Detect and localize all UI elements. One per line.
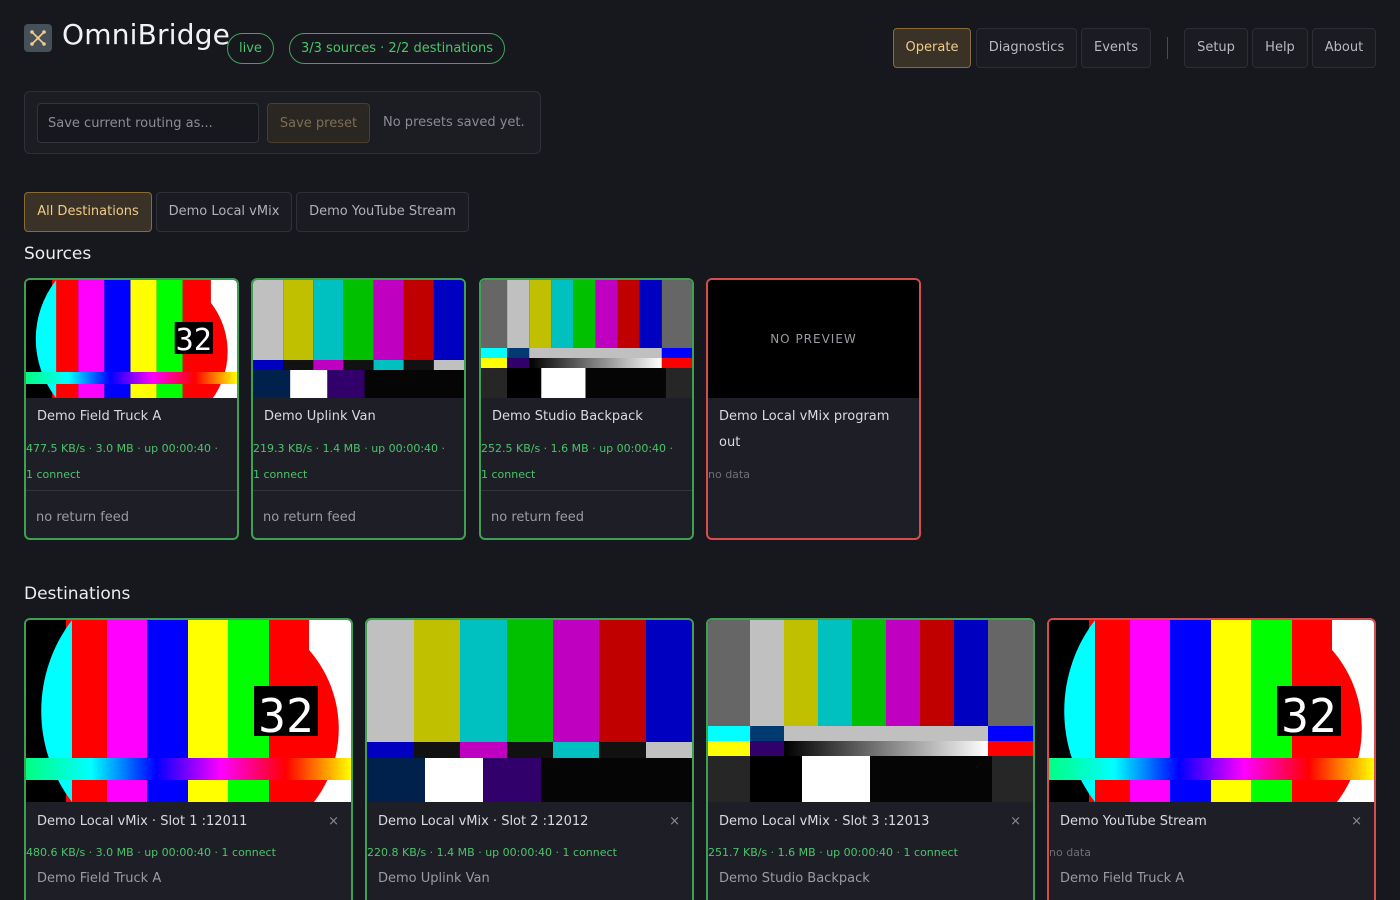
nav-about-button[interactable]: About [1312,28,1376,68]
nav-divider [1167,37,1168,59]
omnibridge-logo-icon [24,24,52,52]
return-feed-status: no return feed [491,510,585,525]
destination-stats: 220.8 KB/s · 1.4 MB · up 00:00:40 · 1 co… [367,846,617,859]
destinations-heading: Destinations [24,584,131,604]
source-name: Demo Local vMix program out [719,409,890,450]
source-stats: 477.5 KB/s · 3.0 MB · up 00:00:40 · 1 co… [26,442,219,481]
tab-all-destinations[interactable]: All Destinations [24,192,152,232]
close-icon[interactable]: × [669,814,680,829]
card-divider [253,490,464,491]
preset-panel: Save preset No presets saved yet. [24,91,541,154]
destination-card-error[interactable]: 32 Demo YouTube Stream × no data Demo Fi… [1047,618,1376,900]
destination-stats: no data [1049,846,1091,859]
return-feed-status: no return feed [263,510,357,525]
card-divider [481,490,692,491]
preset-name-input[interactable] [37,103,259,143]
svg-text:32: 32 [1281,689,1336,743]
source-card[interactable]: Demo Uplink Van 219.3 KB/s · 1.4 MB · up… [251,278,466,540]
return-feed-status: no return feed [36,510,130,525]
nav-help-button[interactable]: Help [1252,28,1308,68]
source-stats: 252.5 KB/s · 1.6 MB · up 00:00:40 · 1 co… [481,442,674,481]
destination-preview-thumbnail [708,620,1033,802]
no-preview-label: NO PREVIEW [770,332,857,346]
destination-name: Demo Local vMix · Slot 3 :12013 [719,814,930,829]
destination-name: Demo Local vMix · Slot 2 :12012 [378,814,589,829]
destination-card[interactable]: 32 Demo Local vMix · Slot 1 :12011 × 480… [24,618,353,900]
source-stats: 219.3 KB/s · 1.4 MB · up 00:00:40 · 1 co… [253,442,446,481]
destination-name: Demo Local vMix · Slot 1 :12011 [37,814,248,829]
source-stats: no data [708,468,750,481]
destination-preview-thumbnail: 32 [26,620,351,802]
destination-route-source[interactable]: Demo Field Truck A [1060,871,1184,886]
nav-diagnostics-button[interactable]: Diagnostics [976,28,1077,68]
nav-events-button[interactable]: Events [1081,28,1151,68]
close-icon[interactable]: × [1351,814,1362,829]
tab-demo-youtube-stream[interactable]: Demo YouTube Stream [296,192,469,232]
nav-operate-button[interactable]: Operate [893,28,971,68]
close-icon[interactable]: × [328,814,339,829]
source-card[interactable]: Demo Studio Backpack 252.5 KB/s · 1.6 MB… [479,278,694,540]
source-preview-thumbnail: NO PREVIEW [708,280,919,398]
source-preview-thumbnail [481,280,692,398]
nav-setup-button[interactable]: Setup [1184,28,1248,68]
source-card-error[interactable]: NO PREVIEW Demo Local vMix program out n… [706,278,921,540]
close-icon[interactable]: × [1010,814,1021,829]
svg-text:32: 32 [176,323,212,358]
destination-preview-thumbnail: 32 [1049,620,1374,802]
tab-demo-local-vmix[interactable]: Demo Local vMix [156,192,292,232]
source-name: Demo Studio Backpack [492,409,643,424]
source-card[interactable]: 32 Demo Field Truck A 477.5 KB/s · 3.0 M… [24,278,239,540]
destination-route-source[interactable]: Demo Field Truck A [37,871,161,886]
destination-route-source[interactable]: Demo Uplink Van [378,871,490,886]
source-preview-thumbnail: 32 [26,280,237,398]
destination-card[interactable]: Demo Local vMix · Slot 2 :12012 × 220.8 … [365,618,694,900]
destination-stats: 480.6 KB/s · 3.0 MB · up 00:00:40 · 1 co… [26,846,276,859]
destination-stats: 251.7 KB/s · 1.6 MB · up 00:00:40 · 1 co… [708,846,958,859]
routing-summary-badge: 3/3 sources · 2/2 destinations [289,33,506,64]
source-name: Demo Uplink Van [264,409,376,424]
live-status-badge: live [227,33,274,64]
presets-empty-text: No presets saved yet. [383,115,525,130]
card-divider [26,490,237,491]
source-name: Demo Field Truck A [37,409,162,424]
save-preset-button[interactable]: Save preset [267,103,370,143]
source-preview-thumbnail [253,280,464,398]
destination-preview-thumbnail [367,620,692,802]
app-title: OmniBridge [62,18,231,51]
svg-text:32: 32 [258,689,313,743]
destination-name: Demo YouTube Stream [1060,814,1207,829]
destination-card[interactable]: Demo Local vMix · Slot 3 :12013 × 251.7 … [706,618,1035,900]
sources-heading: Sources [24,244,92,264]
destination-route-source[interactable]: Demo Studio Backpack [719,871,870,886]
